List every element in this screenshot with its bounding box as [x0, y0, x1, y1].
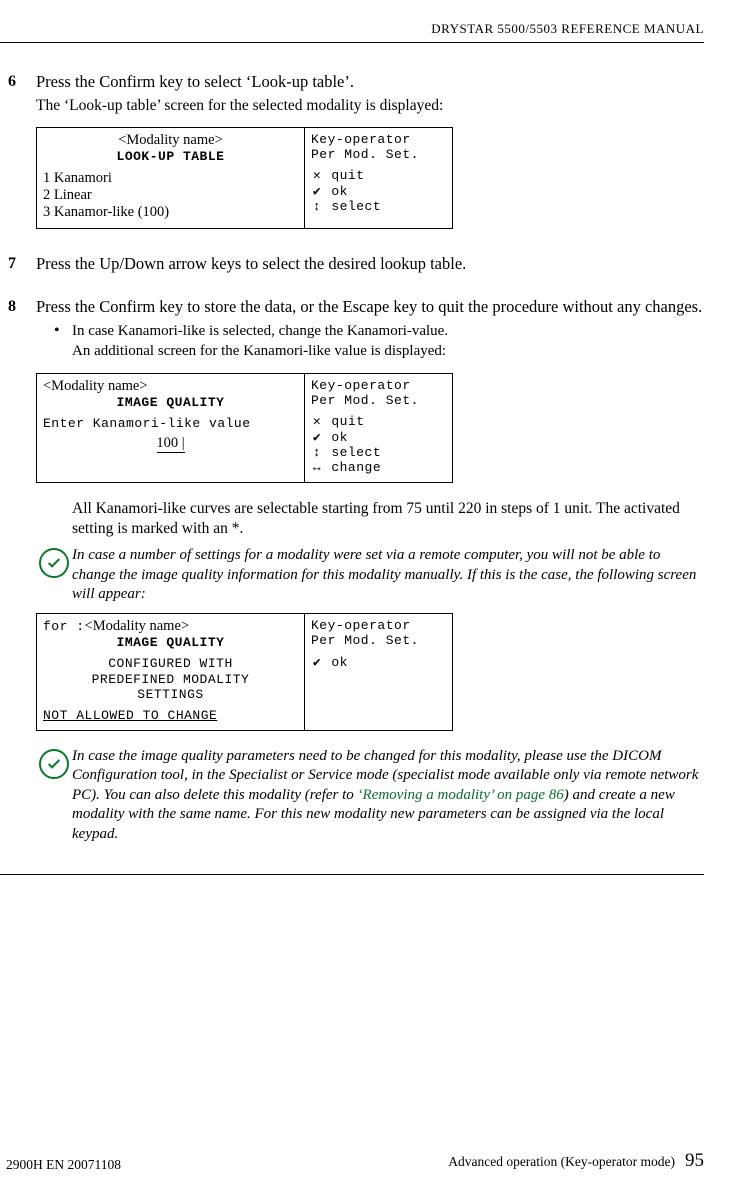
modality-placeholder: <Modality name>: [43, 378, 298, 395]
locked-l4: NOT ALLOWED TO CHANGE: [43, 708, 298, 723]
right-head-2: Per Mod. Set.: [311, 147, 446, 162]
step-6: 6 Press the Confirm key to select ‘Look-…: [36, 71, 704, 245]
footer-doc-id: 2900H EN 20071108: [0, 1156, 121, 1174]
step-6-title: Press the Confirm key to select ‘Look-up…: [36, 71, 704, 93]
cmd-select: ↕ select: [311, 445, 446, 460]
kanamori-range-note: All Kanamori-like curves are selectable …: [72, 499, 704, 541]
kanamori-prompt: Enter Kanamori-like value: [43, 416, 298, 431]
screen-locked-modality: for :<Modality name> IMAGE QUALITY CONFI…: [36, 613, 453, 731]
cmd-change: ↔ change: [311, 460, 446, 475]
cmd-select: ↕ select: [311, 199, 446, 214]
note-2-text: In case the image quality parameters nee…: [72, 747, 704, 845]
locked-l3: SETTINGS: [43, 687, 298, 702]
page-footer: 2900H EN 20071108 Advanced operation (Ke…: [0, 1148, 704, 1174]
locked-l1: CONFIGURED WITH: [43, 656, 298, 671]
bullet-text: In case Kanamori-like is selected, chang…: [72, 321, 704, 341]
step-8: 8 Press the Confirm key to store the dat…: [36, 296, 704, 365]
bullet-desc: An additional screen for the Kanamori-li…: [72, 341, 704, 361]
screen-title: IMAGE QUALITY: [43, 635, 298, 650]
cmd-ok: ✔ ok: [311, 655, 446, 670]
step-number: 8: [8, 296, 36, 365]
note-1-text: In case a number of settings for a modal…: [72, 546, 704, 605]
check-icon: [39, 548, 69, 578]
right-head-1: Key-operator: [311, 132, 446, 147]
right-head-2: Per Mod. Set.: [311, 633, 446, 648]
right-head-1: Key-operator: [311, 618, 446, 633]
screen-title: LOOK-UP TABLE: [43, 149, 298, 164]
kanamori-value: 100: [156, 435, 178, 451]
step-number: 6: [8, 71, 36, 245]
bullet-icon: •: [54, 321, 72, 340]
note-1: In case a number of settings for a modal…: [36, 546, 704, 605]
step-number: 7: [8, 253, 36, 278]
step-8-title: Press the Confirm key to store the data,…: [36, 296, 704, 318]
locked-for-row: for :<Modality name>: [43, 618, 298, 635]
note-2: In case the image quality parameters nee…: [36, 747, 704, 845]
underline-cursor: [157, 452, 185, 453]
page-number: 95: [685, 1148, 704, 1174]
screen-lookup-table: <Modality name> LOOK-UP TABLE 1 Kanamori…: [36, 127, 453, 229]
footer-section: Advanced operation (Key-operator mode): [448, 1153, 675, 1171]
screen-title: IMAGE QUALITY: [43, 395, 298, 410]
cmd-quit: ✕ quit: [311, 168, 446, 183]
link-removing-modality[interactable]: ‘Removing a modality’ on page 86: [358, 787, 564, 803]
lut-item-2: 2 Linear: [43, 187, 298, 204]
header-rule: [0, 42, 704, 43]
step-8-bullet: • In case Kanamori-like is selected, cha…: [54, 321, 704, 362]
lut-item-3: 3 Kanamor-like (100): [43, 204, 298, 221]
step-6-desc: The ‘Look-up table’ screen for the selec…: [36, 96, 704, 117]
running-header: DRYSTAR 5500/5503 REFERENCE MANUAL: [0, 20, 704, 38]
cmd-ok: ✔ ok: [311, 184, 446, 199]
cmd-quit: ✕ quit: [311, 414, 446, 429]
locked-l2: PREDEFINED MODALITY: [43, 672, 298, 687]
cmd-ok: ✔ ok: [311, 430, 446, 445]
step-7: 7 Press the Up/Down arrow keys to select…: [36, 253, 704, 278]
lut-item-1: 1 Kanamori: [43, 170, 298, 187]
step-7-title: Press the Up/Down arrow keys to select t…: [36, 253, 704, 275]
check-icon: [39, 749, 69, 779]
modality-placeholder: <Modality name>: [43, 132, 298, 149]
screen-kanamori-value: <Modality name> IMAGE QUALITY Enter Kana…: [36, 373, 453, 483]
kanamori-value-row: 100 |: [43, 435, 298, 467]
right-head-2: Per Mod. Set.: [311, 393, 446, 408]
right-head-1: Key-operator: [311, 378, 446, 393]
footer-rule: [0, 874, 704, 875]
